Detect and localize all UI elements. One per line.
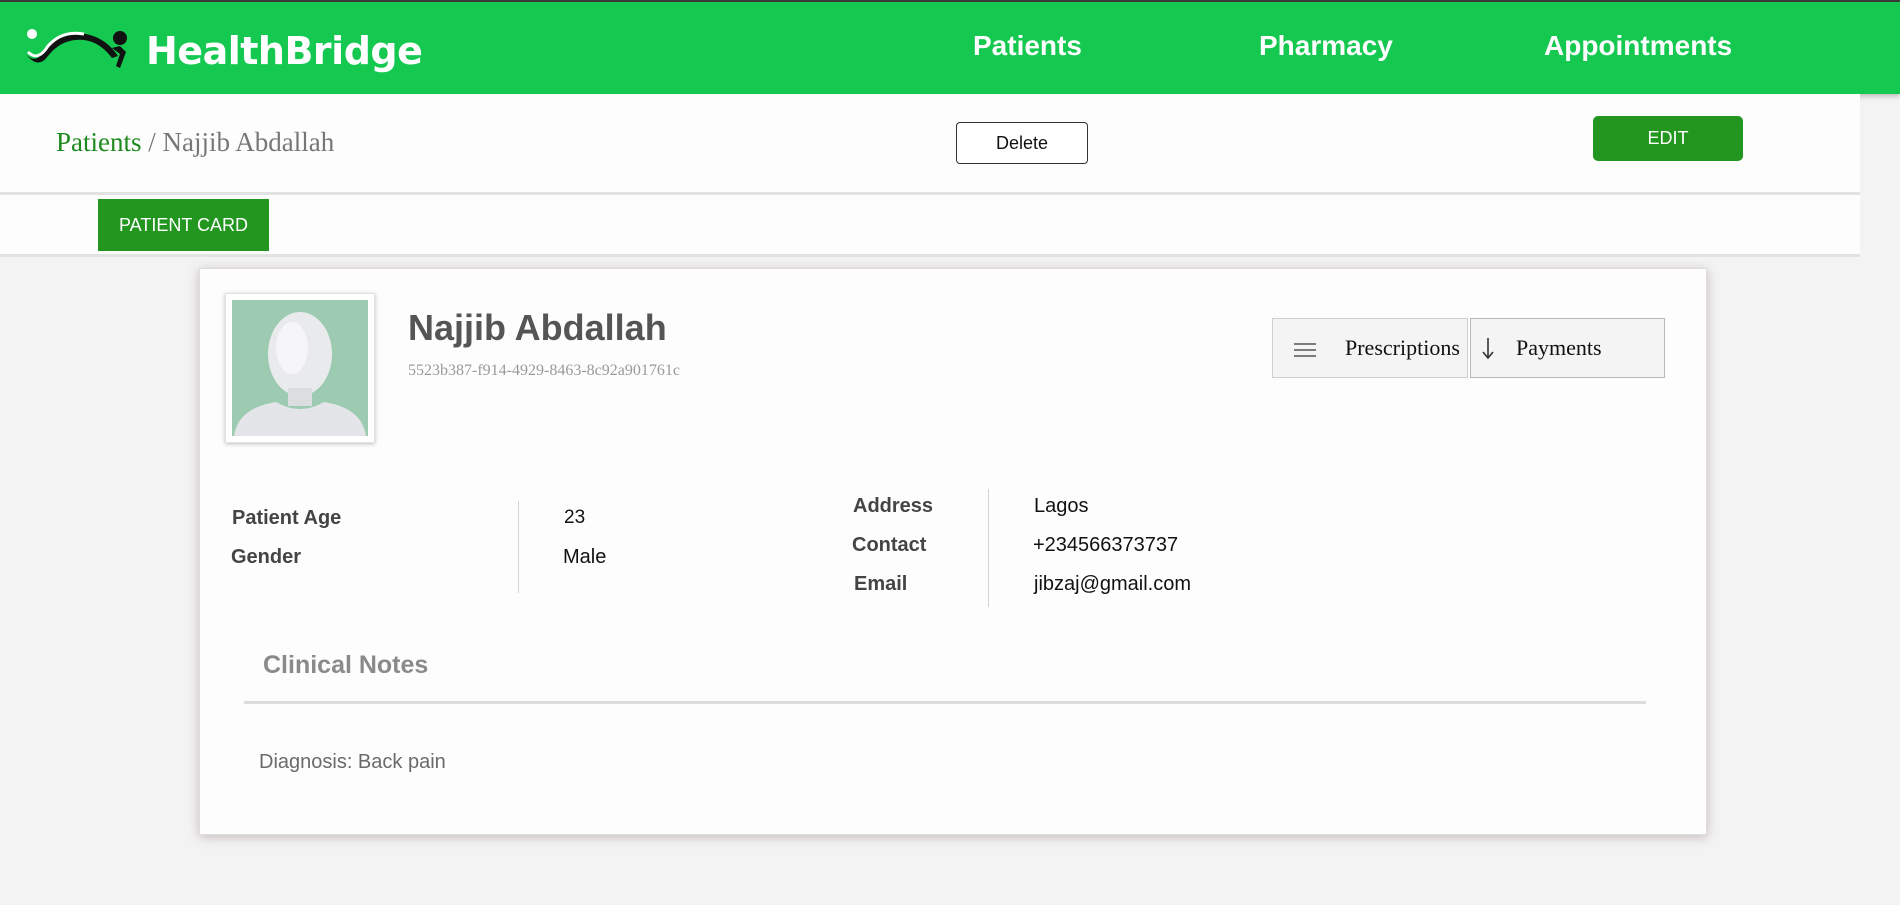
prescriptions-label: Prescriptions <box>1345 335 1460 360</box>
nav-pharmacy[interactable]: Pharmacy <box>1259 30 1393 62</box>
arrow-down-icon <box>1481 336 1495 366</box>
details-divider-right <box>988 489 989 607</box>
top-navbar: HealthBridge Patients Pharmacy Appointme… <box>0 0 1900 94</box>
address-label: Address <box>853 495 934 517</box>
breadcrumb-bar: Patients / Najjib Abdallah Delete EDIT <box>0 94 1860 195</box>
payments-label: Payments <box>1516 335 1602 360</box>
email-value: jibzaj@gmail.com <box>1034 573 1192 595</box>
delete-button[interactable]: Delete <box>956 122 1088 164</box>
avatar <box>225 293 375 443</box>
patient-id: 5523b387-f914-4929-8463-8c92a901761c <box>408 362 680 379</box>
contact-value: +234566373737 <box>1033 534 1179 556</box>
edit-button[interactable]: EDIT <box>1593 116 1743 161</box>
tab-bar: PATIENT CARD <box>0 195 1860 257</box>
gender-value: Male <box>563 546 607 568</box>
nav-appointments[interactable]: Appointments <box>1544 30 1732 62</box>
patient-card: Najjib Abdallah 5523b387-f914-4929-8463-… <box>199 268 1707 835</box>
gender-label: Gender <box>231 546 302 568</box>
logo-icon[interactable] <box>22 26 130 77</box>
user-silhouette-icon <box>232 300 368 436</box>
tab-patient-card[interactable]: PATIENT CARD <box>98 199 269 251</box>
menu-icon <box>1293 339 1317 365</box>
clinical-notes-divider <box>244 701 1646 704</box>
clinical-notes-text: Diagnosis: Back pain <box>259 751 446 773</box>
email-label: Email <box>854 573 908 595</box>
details-divider-left <box>518 501 519 593</box>
breadcrumb-patients-link[interactable]: Patients <box>56 127 142 157</box>
breadcrumb-separator: / <box>148 127 156 157</box>
brand-name[interactable]: HealthBridge <box>146 29 423 73</box>
nav-patients[interactable]: Patients <box>973 30 1082 62</box>
address-value: Lagos <box>1034 495 1089 517</box>
patient-age-value: 23 <box>564 507 586 528</box>
patient-age-label: Patient Age <box>232 507 342 529</box>
breadcrumb-current: Najjib Abdallah <box>162 127 335 157</box>
prescriptions-button[interactable]: Prescriptions <box>1272 318 1468 378</box>
clinical-notes-title: Clinical Notes <box>263 651 429 679</box>
contact-label: Contact <box>852 534 927 556</box>
payments-button[interactable]: Payments <box>1470 318 1665 378</box>
patient-name: Najjib Abdallah <box>408 307 667 348</box>
breadcrumb: Patients / Najjib Abdallah <box>56 127 334 158</box>
